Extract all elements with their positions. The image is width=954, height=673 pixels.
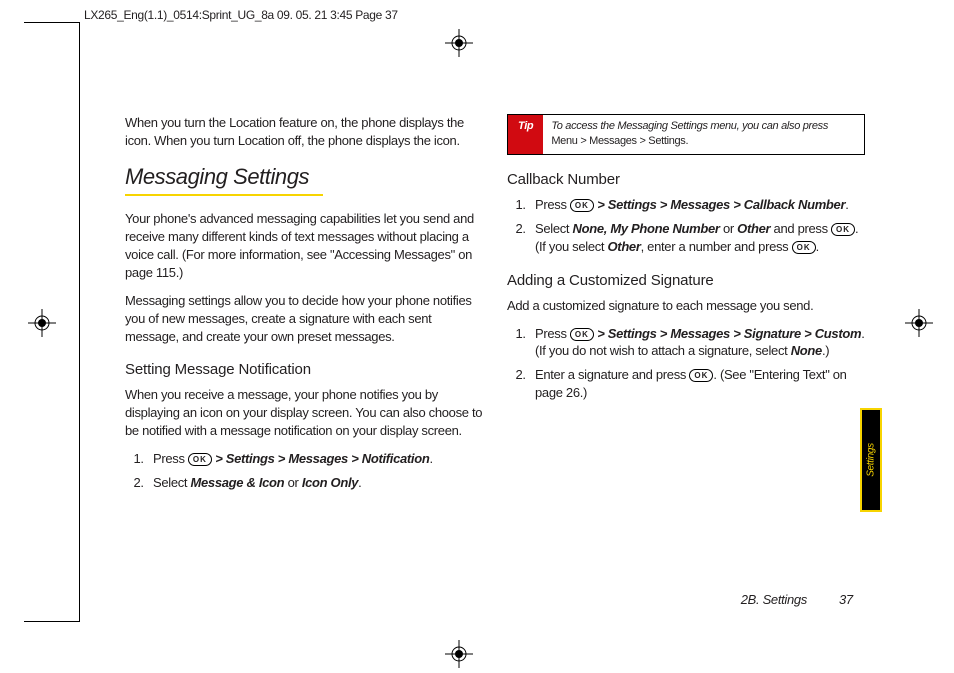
ok-key-icon: OK: [792, 241, 816, 254]
heading-callback-number: Callback Number: [507, 171, 865, 188]
registration-mark-icon: [445, 640, 473, 668]
ok-key-icon: OK: [188, 453, 212, 466]
tip-body: To access the Messaging Settings menu, y…: [543, 115, 864, 154]
step: Press OK > Settings > Messages > Signatu…: [529, 325, 865, 361]
step: Select Message & Icon or Icon Only.: [147, 474, 483, 492]
location-intro: When you turn the Location feature on, t…: [125, 114, 483, 150]
step: Press OK > Settings > Messages > Notific…: [147, 450, 483, 468]
tip-label: Tip: [508, 115, 543, 154]
body-text: Your phone's advanced messaging capabili…: [125, 210, 483, 282]
page-body: When you turn the Location feature on, t…: [125, 114, 865, 502]
ok-key-icon: OK: [831, 223, 855, 236]
step: Select None, My Phone Number or Other an…: [529, 220, 865, 256]
section-tab-label: Settings: [866, 443, 877, 477]
ok-key-icon: OK: [570, 328, 594, 341]
step: Enter a signature and press OK. (See "En…: [529, 366, 865, 402]
steps-callback: Press OK > Settings > Messages > Callbac…: [507, 196, 865, 256]
heading-messaging-settings: Messaging Settings: [125, 164, 483, 190]
heading-rule: [125, 194, 323, 196]
step: Press OK > Settings > Messages > Callbac…: [529, 196, 865, 214]
registration-mark-icon: [28, 309, 56, 337]
column-left: When you turn the Location feature on, t…: [125, 114, 483, 502]
ok-key-icon: OK: [689, 369, 713, 382]
crop-mark: [79, 22, 80, 622]
footer-page-number: 37: [839, 592, 865, 607]
heading-signature: Adding a Customized Signature: [507, 272, 865, 289]
page-footer: 2B. Settings 37: [125, 592, 865, 607]
registration-mark-icon: [905, 309, 933, 337]
slug-line: LX265_Eng(1.1)_0514:Sprint_UG_8a 09. 05.…: [84, 8, 398, 22]
steps-signature: Press OK > Settings > Messages > Signatu…: [507, 325, 865, 403]
body-text: When you receive a message, your phone n…: [125, 386, 483, 440]
heading-message-notification: Setting Message Notification: [125, 361, 483, 378]
footer-section: 2B. Settings: [741, 592, 807, 607]
crop-mark: [24, 621, 79, 622]
steps-notification: Press OK > Settings > Messages > Notific…: [125, 450, 483, 492]
crop-mark: [24, 22, 79, 23]
ok-key-icon: OK: [570, 199, 594, 212]
body-text: Messaging settings allow you to decide h…: [125, 292, 483, 346]
column-right: Tip To access the Messaging Settings men…: [507, 114, 865, 502]
tip-box: Tip To access the Messaging Settings men…: [507, 114, 865, 155]
registration-mark-icon: [445, 29, 473, 57]
body-text: Add a customized signature to each messa…: [507, 297, 865, 315]
